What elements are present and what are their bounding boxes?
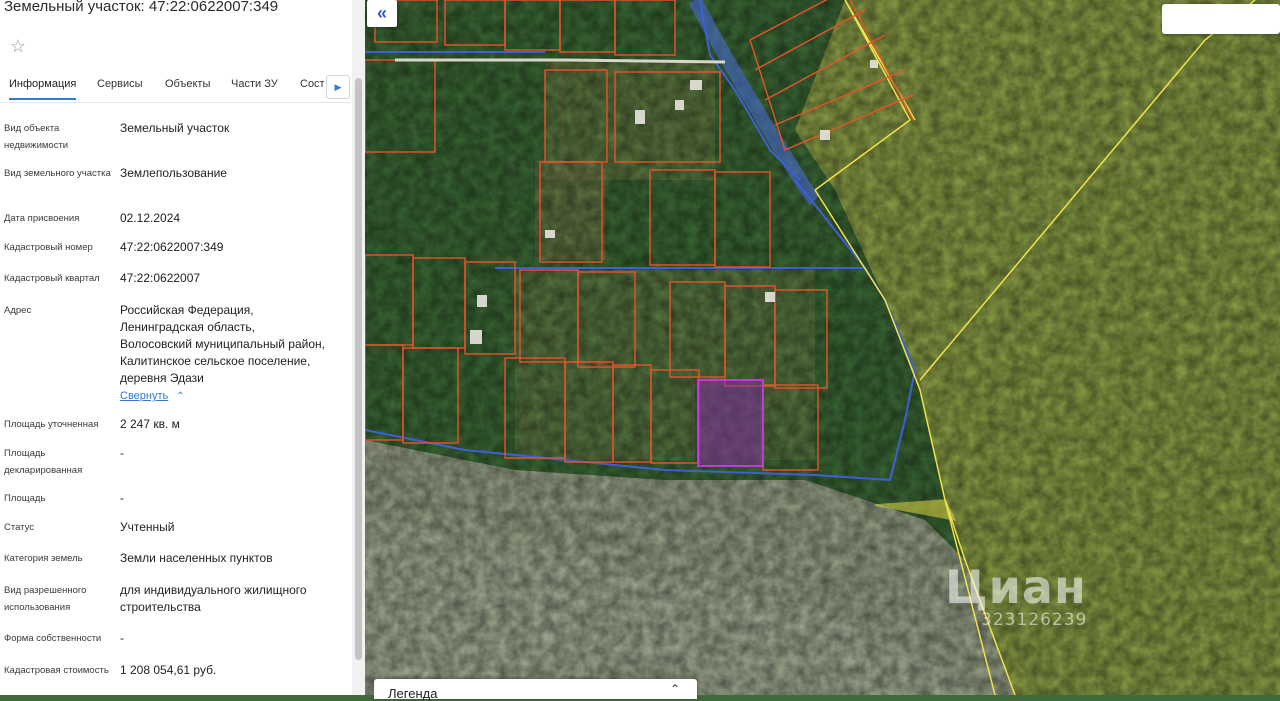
field-label: Статус — [4, 522, 35, 533]
field-label: Площадь декларированная — [4, 448, 83, 476]
field-value: - — [120, 491, 124, 505]
tab-bar: Информация Сервисы Объекты Части ЗУ Сост… — [0, 72, 350, 103]
field-label: Площадь уточненная — [4, 419, 99, 430]
field-value: для индивидуального жилищного строительс… — [120, 583, 307, 614]
field-label: Вид объекта недвижимости — [4, 123, 69, 151]
collapse-address-link[interactable]: Свернуть — [120, 390, 168, 402]
field-value: Учтенный — [120, 520, 175, 534]
panel-scrollbar[interactable] — [352, 0, 365, 695]
cian-watermark: Циан 323126239 — [945, 560, 1087, 630]
field-label: Кадастровый квартал — [4, 273, 100, 284]
star-outline-icon[interactable]: ☆ — [4, 32, 32, 60]
field-value: 1 208 054,61 руб. — [120, 663, 217, 677]
satellite-imagery — [365, 0, 1280, 695]
field-value: Земельный участок — [120, 121, 230, 135]
legend-panel[interactable]: Легенда ⌃ — [374, 679, 697, 701]
field-label: Площадь — [4, 493, 46, 504]
address-line: Калитинское сельское поселение, — [120, 354, 311, 368]
watermark-id: 323126239 — [981, 610, 1088, 630]
field-label: Кадастровый номер — [4, 242, 93, 253]
field-value: - — [120, 446, 124, 460]
info-panel: Земельный участок: 47:22:0622007:349 ☆ И… — [0, 0, 352, 695]
field-value: 2 247 кв. м — [120, 417, 180, 431]
field-label: Вид земельного участка — [4, 168, 111, 179]
tab-parts[interactable]: Части ЗУ — [231, 78, 278, 90]
tab-services[interactable]: Сервисы — [97, 78, 143, 90]
field-value: Землепользование — [120, 166, 227, 180]
field-value: 02.12.2024 — [120, 211, 181, 225]
map-view[interactable] — [365, 0, 1280, 695]
field-value: - — [120, 631, 124, 645]
field-label: Вид разрешенного использования — [4, 585, 87, 613]
tab-info[interactable]: Информация — [9, 78, 77, 100]
address-line: деревня Эдази — [120, 371, 204, 385]
chevron-up-icon[interactable]: ⌃ — [176, 391, 184, 402]
selected-parcel[interactable] — [698, 380, 763, 466]
legend-label: Легенда — [388, 686, 438, 701]
triangle-right-icon[interactable]: ▶ — [326, 75, 350, 99]
address-line: Российская Федерация, — [120, 303, 254, 317]
address-value: Российская Федерация, Ленинградская обла… — [120, 302, 348, 405]
field-label: Форма собственности — [4, 633, 102, 644]
field-value: Земли населенных пунктов — [120, 551, 273, 565]
field-label: Дата присвоения — [4, 213, 80, 224]
field-value: 47:22:0622007 — [120, 271, 201, 285]
collapse-panel-button[interactable]: « — [367, 0, 397, 27]
chevron-up-icon[interactable]: ⌃ — [670, 682, 680, 696]
tab-composition[interactable]: Состав — [300, 78, 324, 90]
field-value: 47:22:0622007:349 — [120, 240, 224, 254]
map-search-box[interactable] — [1162, 4, 1280, 34]
watermark-logo: Циан — [945, 560, 1087, 614]
scrollbar-thumb[interactable] — [355, 78, 362, 660]
address-line: Ленинградская область, — [120, 320, 256, 334]
address-line: Волосовский муниципальный район, — [120, 337, 325, 351]
field-label: Категория земель — [4, 553, 83, 564]
tab-objects[interactable]: Объекты — [165, 78, 210, 90]
field-label: Адрес — [4, 305, 32, 316]
double-chevron-left-icon: « — [376, 3, 387, 23]
field-label: Кадастровая стоимость — [4, 665, 109, 676]
page-title: Земельный участок: 47:22:0622007:349 — [4, 0, 279, 15]
